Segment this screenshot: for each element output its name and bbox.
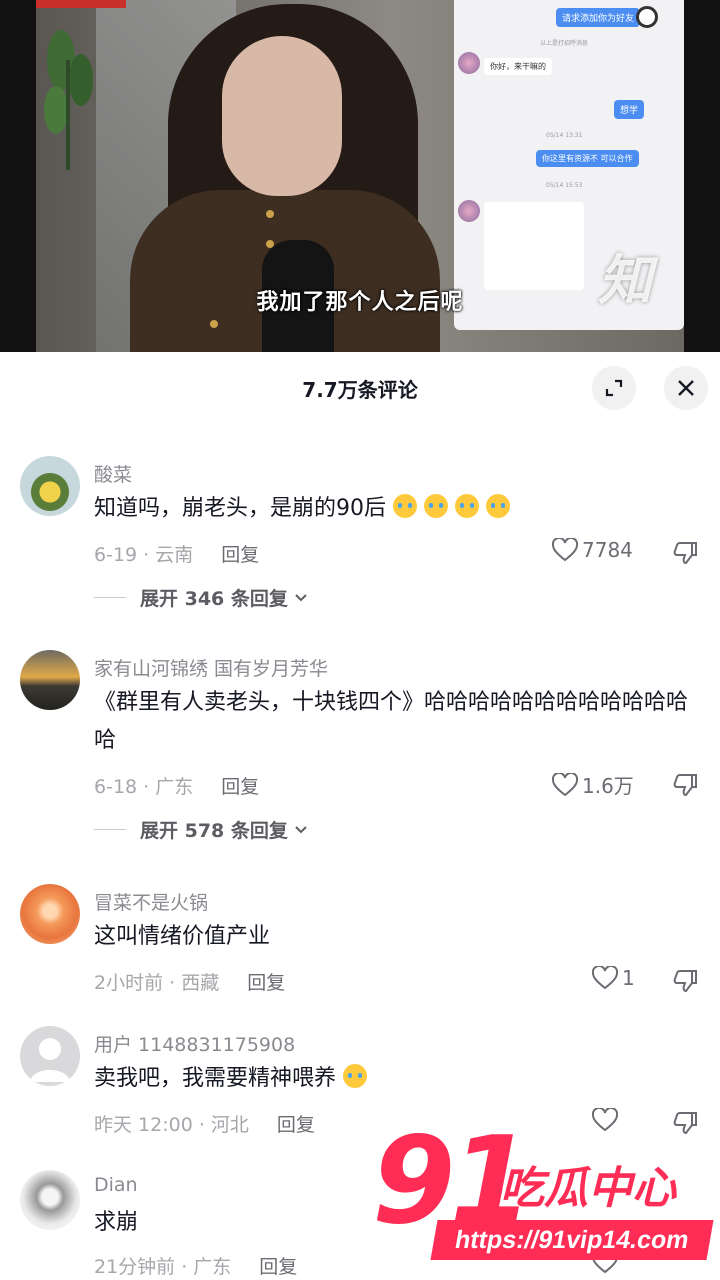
like-button[interactable]: 1 [592,966,635,990]
chat-contact-card [484,202,584,290]
dislike-icon[interactable] [672,772,698,798]
dislike-icon[interactable] [672,540,698,566]
crying-face-icon [486,494,510,518]
comment-meta: 2小时前 · 西藏 回复 [94,968,285,995]
watermark-url: https://91vip14.com [430,1220,714,1260]
like-count: 1 [622,966,635,990]
reply-button[interactable]: 回复 [259,1256,297,1278]
comment-text: 《群里有人卖老头，十块钱四个》哈哈哈哈哈哈哈哈哈哈哈哈哈 [94,690,689,753]
avatar[interactable] [20,1026,80,1086]
plant-decoration [44,30,93,170]
site-watermark-logo: 91 吃瓜中心 https://91vip14.com [372,1122,714,1272]
expand-replies-label: 展开 578 条回复 [140,820,288,842]
dislike-icon[interactable] [672,968,698,994]
comment-author[interactable]: 用户 1148831175908 [94,1030,295,1057]
comment-author[interactable]: Dian [94,1174,138,1196]
record-circle-icon [636,6,658,28]
avatar[interactable] [20,1170,80,1230]
expand-replies-label: 展开 346 条回复 [140,588,288,610]
comment-meta: 6-19 · 云南 回复 [94,540,259,567]
close-button[interactable] [664,366,708,410]
comment-meta: 21分钟前 · 广东 回复 [94,1252,297,1279]
chevron-down-icon [295,593,307,601]
comment-text: 知道吗，崩老头，是崩的90后 [94,490,694,528]
presenter-face [222,36,342,196]
like-button[interactable]: 1.6万 [552,770,634,799]
comment-meta: 昨天 12:00 · 河北 回复 [94,1110,315,1137]
expand-icon [605,379,623,397]
divider [94,597,126,598]
video-subtitle: 我加了那个人之后呢 [256,290,464,315]
expand-replies-button[interactable]: 展开 346 条回复 [94,584,310,611]
like-button[interactable]: 7784 [552,538,633,562]
chat-bubble: 想学 [614,100,645,119]
chat-bubble: 请求添加你为好友 [556,8,641,27]
comment-meta: 6-18 · 广东 回复 [94,772,259,799]
heart-icon [552,538,578,562]
jacket-button [266,240,274,248]
close-icon [678,380,694,396]
expand-replies-button[interactable]: 展开 578 条回复 [94,816,310,843]
comment-date-location: 2小时前 · 西藏 [94,972,220,994]
chat-avatar [458,200,480,222]
reply-button[interactable]: 回复 [221,776,259,798]
comment-author[interactable]: 冒菜不是火锅 [94,888,208,915]
chat-bubble: 你这里有资源不 可以合作 [536,150,639,167]
divider [94,829,126,830]
comment-date-location: 6-18 · 广东 [94,776,194,798]
chat-avatar [458,52,480,74]
jacket-button [266,210,274,218]
crying-face-icon [393,494,417,518]
avatar[interactable] [20,650,80,710]
watermark-name: 吃瓜中心 [500,1163,676,1214]
video-player[interactable]: 请求添加你为好友 以上是打招呼消息 你好，来干嘛的 想学 05/14 13:31… [0,0,720,352]
crying-face-icon [455,494,479,518]
chat-note: 以上是打招呼消息 [540,40,589,47]
comment-text-content: 知道吗，崩老头，是崩的90后 [94,496,386,521]
comment-author[interactable]: 家有山河锦绣 国有岁月芳华 [94,654,328,681]
comment-text: 这叫情绪价值产业 [94,924,271,949]
default-avatar-icon [30,1038,70,1082]
comment-date-location: 昨天 12:00 · 河北 [94,1114,249,1136]
chat-bubble: 你好，来干嘛的 [484,58,552,75]
jacket-button [210,320,218,328]
reply-button[interactable]: 回复 [247,972,285,994]
red-tag [36,0,126,8]
like-count: 7784 [582,538,633,562]
chat-time: 05/14 13:31 [546,132,583,139]
avatar[interactable] [20,456,80,516]
comment-text-content: 卖我吧，我需要精神喂养 [94,1066,337,1091]
avatar[interactable] [20,884,80,944]
comment-date-location: 6-19 · 云南 [94,544,194,566]
heart-icon [552,772,578,796]
comment-author[interactable]: 酸菜 [94,460,132,487]
thinking-face-icon [343,1064,368,1088]
comment-text: 卖我吧，我需要精神喂养 [94,1060,694,1098]
crying-face-icon [424,494,448,518]
like-count: 1.6万 [582,774,634,798]
comment-date-location: 21分钟前 · 广东 [94,1256,232,1278]
heart-icon [592,966,618,990]
expand-sheet-button[interactable] [592,366,636,410]
chevron-down-icon [295,825,307,833]
reply-button[interactable]: 回复 [221,544,259,566]
reply-button[interactable]: 回复 [277,1114,315,1136]
chat-time: 05/14 15:53 [546,182,583,189]
